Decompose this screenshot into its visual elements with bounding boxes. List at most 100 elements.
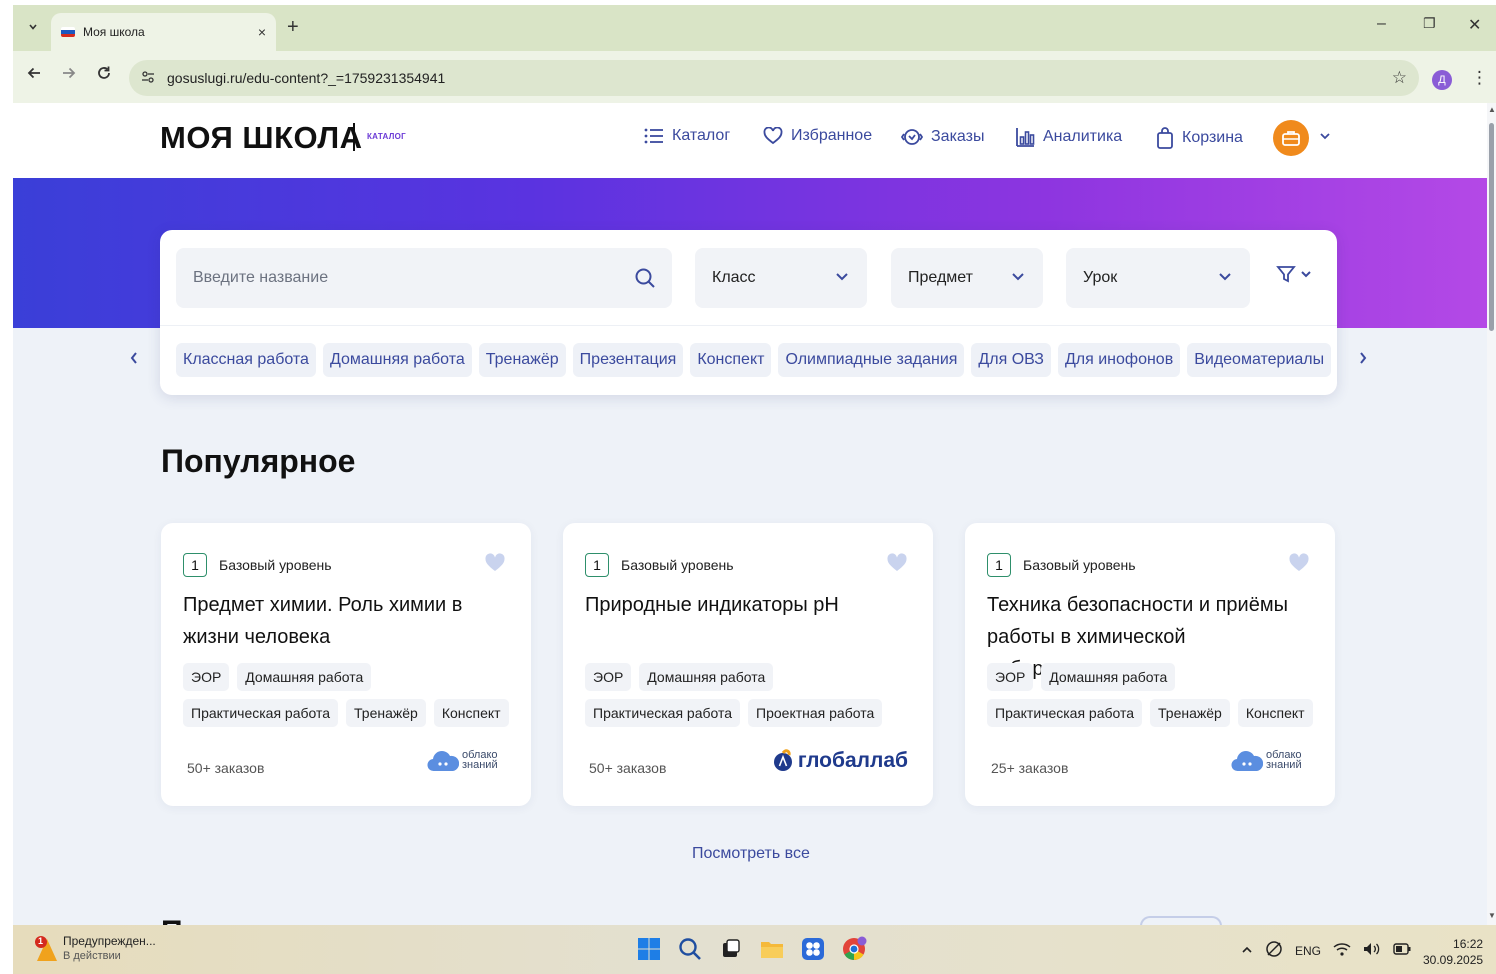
tag: Практическая работа — [585, 699, 741, 727]
url-text: gosuslugi.ru/edu-content?_=1759231354941 — [167, 70, 446, 86]
chips-prev-button[interactable] — [129, 351, 139, 370]
chip-presentation[interactable]: Презентация — [572, 343, 684, 377]
scroll-down-icon[interactable]: ▼ — [1488, 911, 1496, 920]
card-title[interactable]: Природные индикаторы pH — [585, 589, 905, 621]
subject-dropdown-label: Предмет — [908, 269, 973, 286]
tab-close-button[interactable]: × — [258, 24, 266, 40]
orders-icon — [901, 129, 923, 145]
window-close-button[interactable]: ✕ — [1468, 15, 1481, 35]
site-info-icon[interactable] — [141, 70, 155, 87]
favorite-heart-icon[interactable] — [1288, 553, 1310, 573]
language-indicator[interactable]: ENG — [1295, 944, 1321, 958]
nav-orders[interactable]: Заказы — [901, 127, 984, 147]
chip-video[interactable]: Видеоматериалы — [1187, 343, 1332, 377]
volume-icon[interactable] — [1363, 942, 1381, 959]
nav-favorites[interactable]: Избранное — [763, 127, 872, 145]
back-button[interactable] — [26, 65, 42, 86]
lesson-dropdown[interactable]: Урок — [1066, 248, 1250, 308]
new-tab-button[interactable]: + — [287, 16, 299, 39]
bookmark-star-icon[interactable]: ☆ — [1392, 68, 1407, 88]
chevron-down-icon — [836, 273, 848, 281]
profile-menu-button[interactable] — [1273, 120, 1309, 156]
chips-next-button[interactable] — [1358, 351, 1368, 370]
windows-start-icon[interactable] — [635, 935, 663, 963]
chip-homework[interactable]: Домашняя работа — [322, 343, 472, 377]
chevron-down-icon[interactable] — [1319, 131, 1331, 141]
favorite-heart-icon[interactable] — [484, 553, 506, 573]
tab-search-button[interactable] — [22, 16, 44, 38]
browser-tabstrip: Моя школа × + – ❐ ✕ — [13, 5, 1496, 51]
windows-taskbar: 1 Предупрежден... В действии ENG 16:22 3… — [13, 925, 1496, 974]
chevron-down-icon — [1301, 271, 1311, 278]
page-scrollbar[interactable]: ▲ ▼ — [1487, 103, 1496, 925]
chip-trainer[interactable]: Тренажёр — [478, 343, 566, 377]
card-title[interactable]: Предмет химии. Роль химии в жизни челове… — [183, 589, 503, 653]
notification-subtitle: В действии — [63, 950, 121, 962]
tag: Тренажёр — [346, 699, 426, 727]
chevron-down-icon — [1219, 273, 1231, 281]
chip-inofon[interactable]: Для инофонов — [1057, 343, 1181, 377]
scroll-thumb[interactable] — [1489, 123, 1494, 331]
reload-button[interactable] — [96, 65, 112, 86]
subject-dropdown[interactable]: Предмет — [891, 248, 1043, 308]
vendor-name: облако знаний — [1266, 749, 1302, 771]
card-tags: ЭОР Домашняя работа Практическая работа … — [585, 663, 925, 727]
forward-button[interactable] — [61, 65, 77, 86]
search-icon[interactable] — [634, 267, 656, 289]
orders-count: 50+ заказов — [589, 760, 667, 776]
taskbar-clock[interactable]: 16:22 30.09.2025 — [1423, 936, 1483, 968]
browser-profile-avatar[interactable]: Д — [1432, 70, 1452, 90]
logo-divider — [353, 123, 355, 151]
analytics-icon — [1016, 128, 1035, 147]
network-off-icon[interactable] — [1265, 940, 1283, 961]
nav-catalog[interactable]: Каталог — [644, 127, 730, 145]
material-card[interactable]: 1 Базовый уровень Природные индикаторы p… — [563, 523, 933, 806]
vendor-logo-oblako: облако знаний — [1231, 747, 1310, 773]
globallab-logo-icon — [773, 749, 792, 771]
file-explorer-icon[interactable] — [758, 935, 786, 963]
material-card[interactable]: 1 Базовый уровень Предмет химии. Роль хи… — [161, 523, 531, 806]
address-bar[interactable]: gosuslugi.ru/edu-content?_=1759231354941… — [129, 60, 1419, 96]
see-all-link[interactable]: Посмотреть все — [692, 845, 810, 863]
tag: Домашняя работа — [1041, 663, 1176, 691]
window-minimize-button[interactable]: – — [1377, 15, 1386, 33]
task-view-icon[interactable] — [717, 935, 745, 963]
next-section-title: П — [161, 915, 183, 925]
browser-menu-icon[interactable]: ⋮ — [1471, 68, 1488, 88]
chip-classwork[interactable]: Классная работа — [176, 343, 316, 377]
tag: Практическая работа — [987, 699, 1143, 727]
nav-cart[interactable]: Корзина — [1156, 127, 1243, 149]
wifi-icon[interactable] — [1333, 942, 1351, 959]
battery-icon[interactable] — [1393, 943, 1411, 958]
material-card[interactable]: 1 Базовый уровень Техника безопасности и… — [965, 523, 1335, 806]
grade-dropdown[interactable]: Класс — [695, 248, 867, 308]
scroll-up-icon[interactable]: ▲ — [1488, 105, 1496, 114]
taskbar-notification[interactable]: 1 Предупрежден... В действии — [35, 934, 156, 964]
store-app-icon[interactable] — [799, 935, 827, 963]
grade-badge: 1 — [987, 553, 1011, 577]
section-title-popular: Популярное — [161, 443, 356, 479]
cloud-logo-icon — [427, 751, 459, 772]
tray-expand-icon[interactable] — [1241, 944, 1253, 958]
chip-olympiad[interactable]: Олимпиадные задания — [778, 343, 965, 377]
tag: Конспект — [1237, 699, 1313, 727]
taskbar-search-icon[interactable] — [676, 935, 704, 963]
browser-tab-active[interactable]: Моя школа × — [51, 13, 276, 51]
tag: Тренажёр — [1150, 699, 1230, 727]
search-input[interactable] — [193, 269, 613, 287]
nav-catalog-label: Каталог — [672, 127, 731, 144]
filter-button[interactable] — [1276, 264, 1312, 284]
card-tags: ЭОР Домашняя работа Практическая работа … — [987, 663, 1327, 727]
chip-ovz[interactable]: Для ОВЗ — [971, 343, 1051, 377]
next-section-button[interactable] — [1140, 916, 1222, 925]
nav-analytics[interactable]: Аналитика — [1015, 127, 1122, 147]
favorite-heart-icon[interactable] — [886, 553, 908, 573]
chip-summary[interactable]: Конспект — [690, 343, 772, 377]
site-logo[interactable]: МОЯ ШКОЛА — [160, 120, 362, 156]
chevron-left-icon — [130, 352, 137, 364]
search-field[interactable] — [176, 248, 672, 308]
tag: Домашняя работа — [639, 663, 774, 691]
chrome-browser-icon[interactable] — [840, 935, 868, 963]
grade-badge: 1 — [585, 553, 609, 577]
window-restore-button[interactable]: ❐ — [1423, 15, 1436, 32]
